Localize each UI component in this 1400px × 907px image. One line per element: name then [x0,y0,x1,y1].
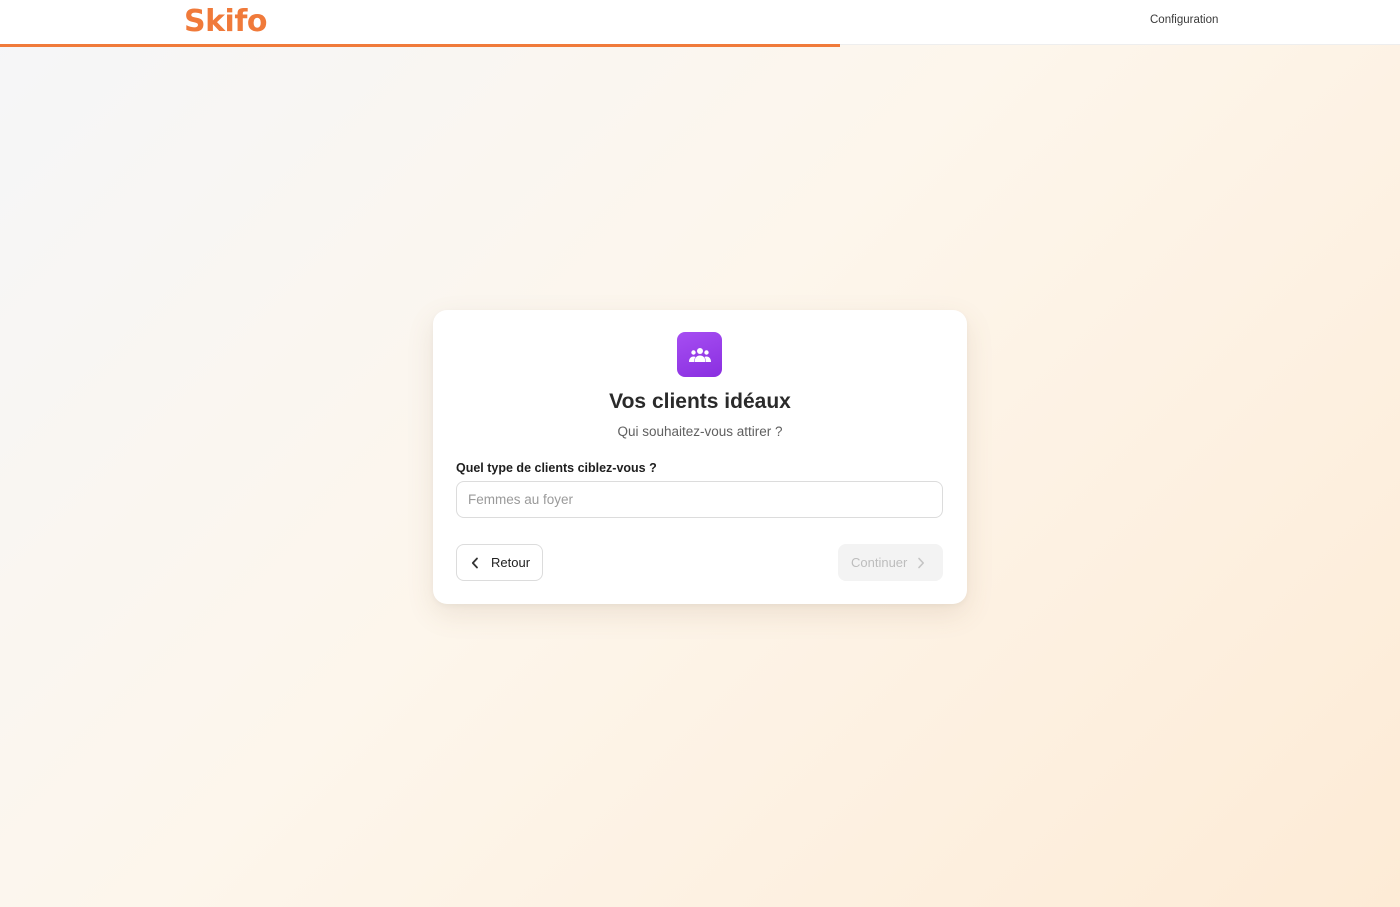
card-subtitle: Qui souhaitez-vous attirer ? [617,424,783,439]
users-group-icon [677,332,722,377]
card-title: Vos clients idéaux [609,390,791,413]
back-button[interactable]: Retour [456,544,543,581]
client-type-label: Quel type de clients ciblez-vous ? [456,461,657,475]
chevron-left-icon [471,557,479,569]
back-button-label: Retour [491,555,531,570]
top-bar: Skifo Configuration [0,0,1400,45]
chevron-right-icon [917,557,925,569]
onboarding-card: Vos clients idéaux Qui souhaitez-vous at… [433,310,967,604]
progress-bar-fill [0,44,840,47]
client-type-input[interactable] [456,481,943,518]
progress-bar [0,44,1400,47]
nav-configuration-link[interactable]: Configuration [1150,14,1218,26]
continue-button-label: Continuer [851,555,908,570]
logo[interactable]: Skifo [184,4,268,39]
continue-button[interactable]: Continuer [838,544,943,581]
